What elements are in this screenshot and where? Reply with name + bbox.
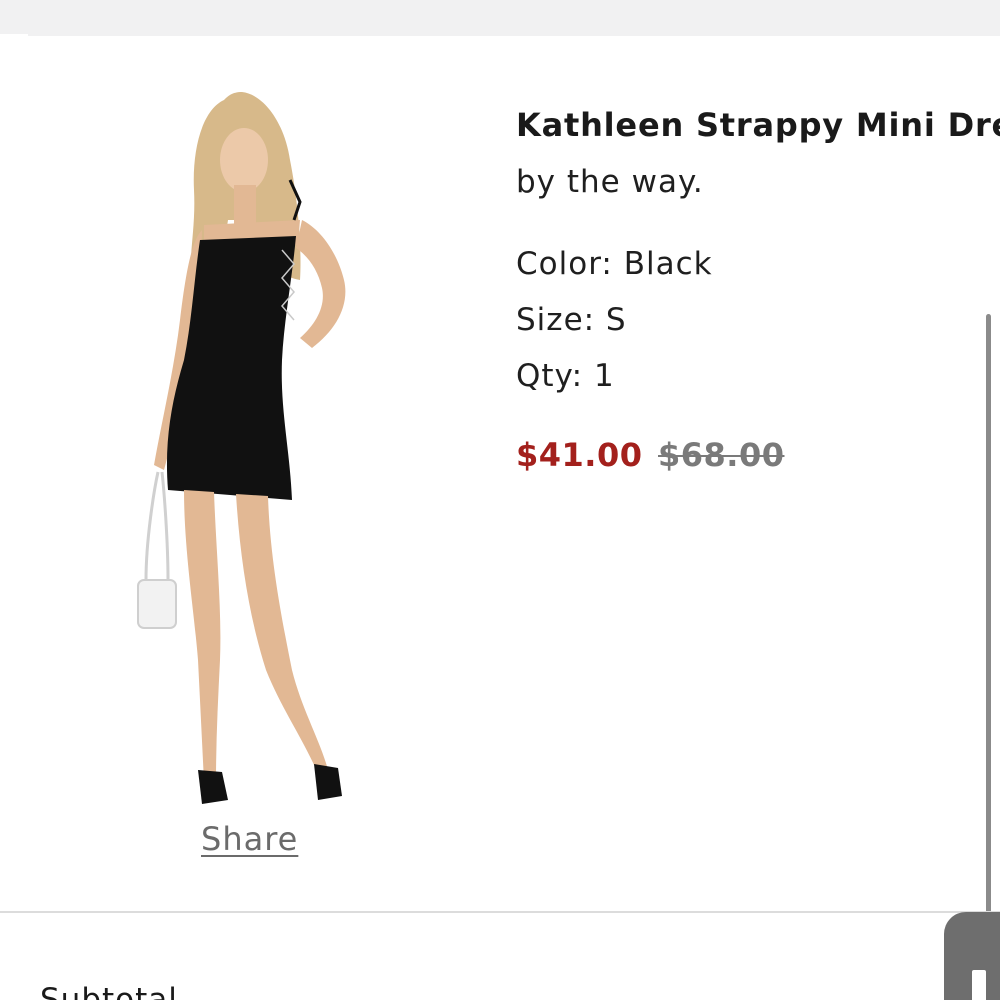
assistive-touch-button[interactable] bbox=[944, 912, 1000, 1000]
top-bar bbox=[0, 0, 1000, 36]
product-photo-illustration bbox=[137, 92, 346, 804]
product-image[interactable] bbox=[132, 80, 404, 815]
original-price: $68.00 bbox=[658, 436, 785, 474]
share-link[interactable]: Share bbox=[201, 820, 298, 858]
product-qty: Qty: 1 bbox=[516, 358, 615, 394]
scrollbar[interactable] bbox=[986, 314, 991, 914]
subtotal-label: Subtotal bbox=[40, 982, 178, 1000]
product-brand[interactable]: by the way. bbox=[516, 164, 704, 200]
product-title[interactable]: Kathleen Strappy Mini Dress bbox=[516, 106, 1000, 144]
assistive-touch-icon bbox=[972, 970, 986, 1000]
product-color: Color: Black bbox=[516, 246, 713, 282]
product-size: Size: S bbox=[516, 302, 627, 338]
cart-item-page: Share Kathleen Strappy Mini Dress by the… bbox=[0, 0, 1000, 1000]
sale-price: $41.00 bbox=[516, 436, 643, 474]
section-divider bbox=[0, 911, 1000, 913]
top-bar-notch bbox=[0, 34, 28, 37]
